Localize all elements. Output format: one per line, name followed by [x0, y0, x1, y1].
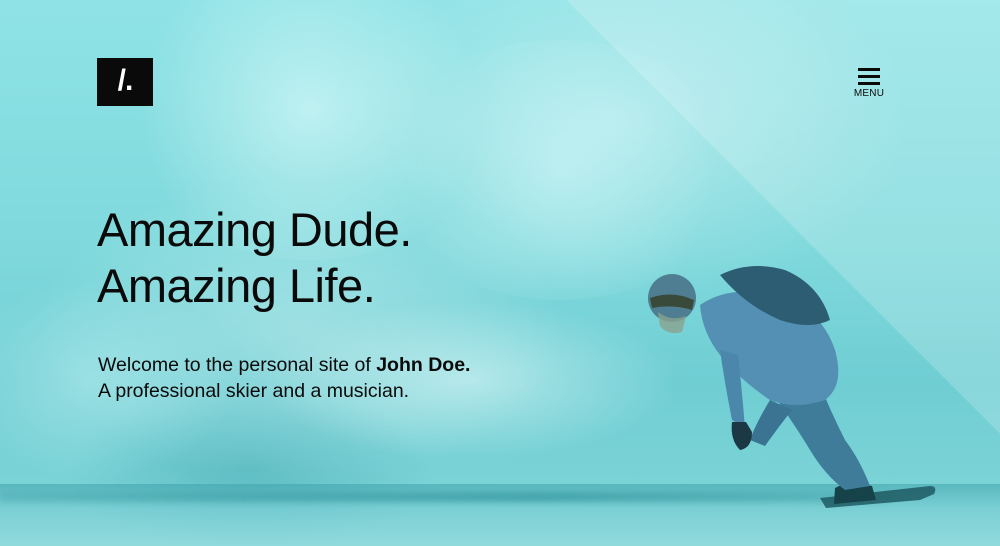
- intro-prefix: Welcome to the personal site of: [98, 354, 377, 376]
- hamburger-icon: [858, 68, 880, 85]
- menu-button[interactable]: MENU: [848, 68, 890, 99]
- intro-line-2: A professional skier and a musician.: [98, 380, 410, 402]
- site-logo[interactable]: /.: [97, 58, 153, 106]
- intro-name: John Doe.: [376, 354, 471, 376]
- hero-section: /. MENU Amazing Dude. Amazing Life. Welc…: [0, 0, 1000, 546]
- menu-label: MENU: [853, 88, 885, 99]
- snowboarder-image: [648, 266, 936, 508]
- headline-line-2: Amazing Life.: [97, 259, 376, 312]
- headline-line-1: Amazing Dude.: [97, 203, 412, 256]
- hero-intro: Welcome to the personal site of John Doe…: [98, 352, 470, 404]
- hero-headline: Amazing Dude. Amazing Life.: [97, 202, 412, 314]
- logo-mark: /.: [117, 64, 134, 97]
